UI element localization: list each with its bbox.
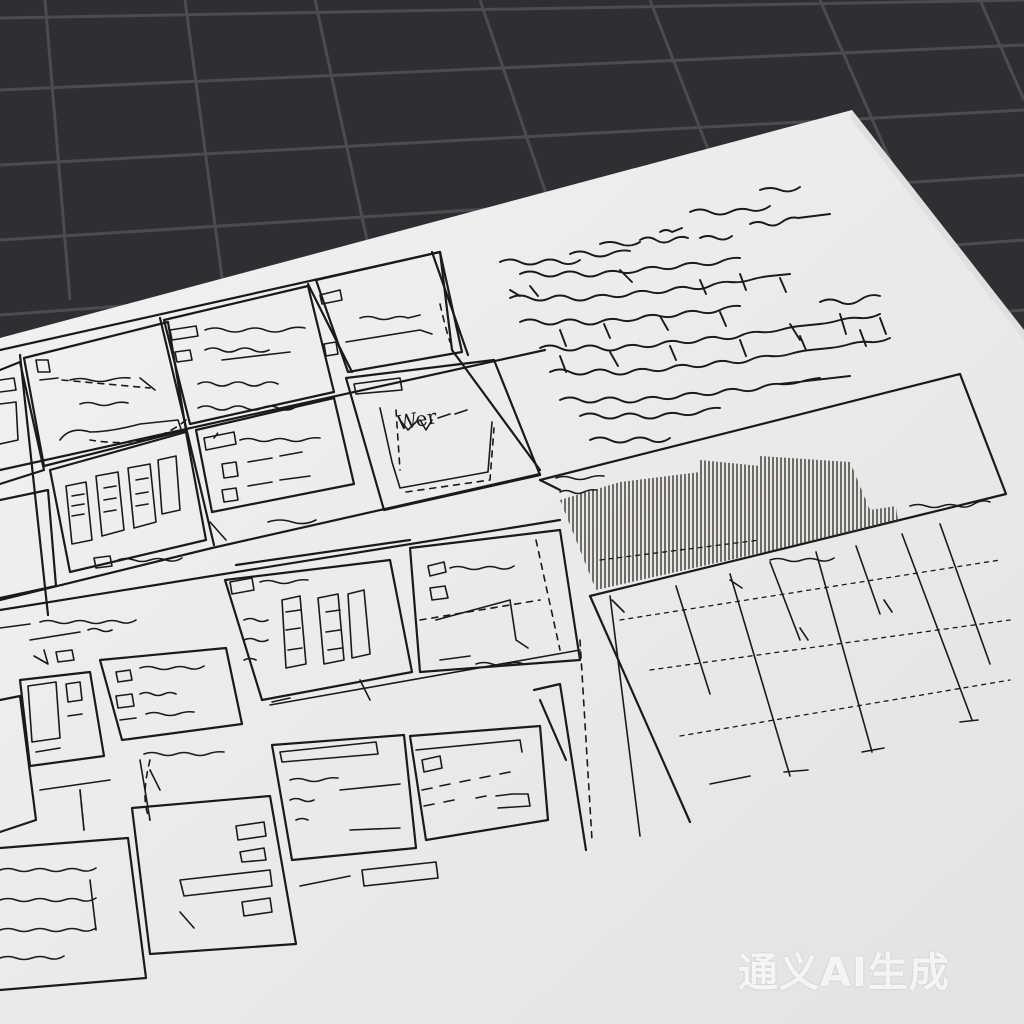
ai-generated-watermark: 通义AI生成: [738, 950, 950, 996]
wireframe-sketch-paper: Wer: [0, 110, 1024, 1024]
